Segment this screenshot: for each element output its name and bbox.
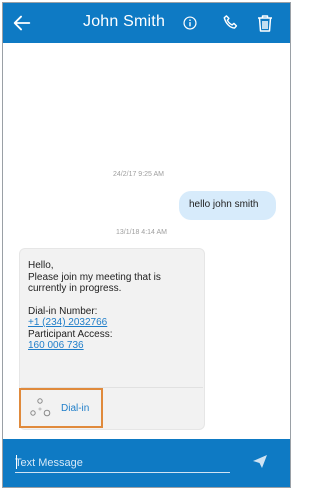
info-icon[interactable] [183,16,197,30]
body-text-line: currently in progress. [28,283,122,294]
dial-in-button[interactable]: Dial-in [19,388,103,428]
dial-in-label: Dial-in Number: [28,305,98,317]
text-cursor [16,455,17,469]
conversation-header: John Smith [3,3,290,43]
back-arrow-icon[interactable] [11,12,33,34]
send-icon[interactable] [252,453,268,469]
participant-code-link[interactable]: 160 006 736 [28,340,203,352]
dial-in-spinner-icon [30,398,51,417]
trash-icon[interactable] [256,13,274,33]
participant-access-label: Participant Access: [28,328,113,340]
outgoing-message-bubble[interactable]: hello john smith [179,191,276,220]
greeting-text: Hello, [28,260,54,271]
message-timestamp: 24/2/17 9:25 AM [113,171,164,178]
body-text-line: Please join my meeting that is [28,271,161,283]
message-timestamp: 13/1/18 4:14 AM [116,229,167,236]
contact-name[interactable]: John Smith [83,13,165,31]
message-text: hello john smith [189,199,259,210]
app-window: John Smith 24/2/17 9:25 AM hello john sm… [2,2,291,488]
message-body: Hello, Please join my meeting that is cu… [28,260,203,352]
phone-icon[interactable] [221,13,241,33]
text-message-input[interactable] [15,453,230,473]
composer-bar [3,439,290,487]
dial-in-button-label: Dial-in [61,403,90,414]
message-list[interactable]: 24/2/17 9:25 AM hello john smith 13/1/18… [3,43,290,439]
dial-in-number-link[interactable]: +1 (234) 2032766 [28,317,203,329]
